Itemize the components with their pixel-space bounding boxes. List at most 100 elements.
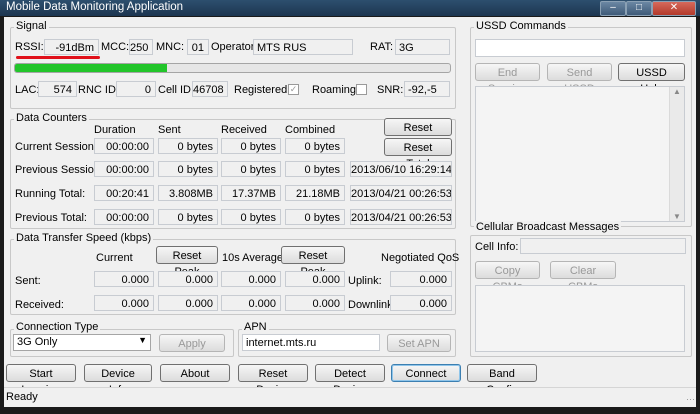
running-total-duration: 00:20:41 (94, 185, 154, 201)
row-label-previous-total: Previous Total: (15, 212, 87, 224)
maximize-button[interactable]: □ (626, 1, 652, 16)
connect-button[interactable]: Connect (391, 364, 461, 382)
current-session-sent: 0 bytes (158, 138, 218, 154)
data-counters-label: Data Counters (14, 112, 89, 124)
header-received: Received (221, 124, 267, 136)
reset-total-button[interactable]: Reset Total (384, 138, 452, 170)
row-label-current-session: Current Session: (15, 141, 97, 153)
speed-received-label: Received: (15, 299, 64, 311)
set-apn-button[interactable]: Set APN (387, 334, 451, 352)
roaming-label: Roaming: (312, 84, 360, 96)
previous-total-combined: 0 bytes (285, 209, 345, 225)
mcc-value: 250 (129, 39, 153, 55)
detect-device-button[interactable]: Detect Device (315, 364, 385, 396)
previous-total-date: 2013/04/21 00:26:53 (350, 209, 452, 225)
send-ussd-button[interactable]: Send USSD (547, 63, 612, 95)
registered-label: Registered: (234, 84, 291, 96)
header-sent: Sent (158, 124, 181, 136)
close-button[interactable]: ✕ (652, 1, 696, 16)
mnc-value: 01 (187, 39, 209, 55)
ussd-help-button[interactable]: USSD Help (618, 63, 685, 95)
rnc-value: 0 (116, 81, 156, 97)
ussd-input[interactable] (475, 39, 685, 57)
cell-id-label: Cell ID: (158, 84, 195, 96)
reset-session-button[interactable]: Reset Session (384, 118, 452, 150)
connection-type-select[interactable]: 3G Only ▼ (13, 334, 151, 351)
clear-cbms-button[interactable]: Clear CBMs (550, 261, 616, 293)
ussd-scrollbar[interactable]: ▲ ▼ (669, 87, 684, 221)
ussd-response-area[interactable]: ▲ ▼ (475, 86, 685, 222)
sent-current: 0.000 (94, 271, 154, 287)
mcc-label: MCC: (101, 41, 130, 53)
previous-session-duration: 00:00:00 (94, 161, 154, 177)
start-logging-button[interactable]: Start Logging (6, 364, 76, 396)
operator-label: Operator: (211, 41, 258, 53)
current-label: Current (96, 252, 133, 264)
received-peak: 0.000 (158, 295, 218, 311)
previous-session-sent: 0 bytes (158, 161, 218, 177)
window-title: Mobile Data Monitoring Application (6, 1, 184, 13)
resize-grip-icon[interactable]: ⋯ (686, 394, 695, 405)
row-label-previous-session: Previous Session: (15, 164, 104, 176)
uplink-label: Uplink: (348, 275, 382, 287)
chevron-down-icon: ▼ (138, 335, 147, 345)
qos-label: Negotiated QoS (381, 252, 460, 264)
cell-id-value: 46708 (192, 81, 228, 97)
scroll-up-icon[interactable]: ▲ (673, 87, 681, 96)
client-area: Signal RSSI: -91dBm MCC: 250 MNC: 01 Ope… (4, 17, 696, 407)
ussd-group-label: USSD Commands (474, 20, 568, 32)
connection-type-label: Connection Type (14, 321, 101, 333)
header-combined: Combined (285, 124, 336, 136)
avg-label: 10s Average (222, 252, 283, 264)
minimize-button[interactable]: – (600, 1, 626, 16)
signal-group-label: Signal (14, 20, 49, 32)
cell-info-value (520, 238, 686, 254)
minimize-icon: – (610, 2, 616, 13)
end-session-button[interactable]: End Session (475, 63, 540, 95)
registered-checkbox[interactable]: ✓ (288, 84, 299, 95)
signal-strength-fill (15, 64, 168, 72)
reset-peak-button-current[interactable]: Reset Peak (156, 246, 218, 278)
rat-value: 3G (395, 39, 450, 55)
connection-type-selected: 3G Only (17, 336, 58, 348)
reset-device-button[interactable]: Reset Device (238, 364, 308, 396)
rssi-highlight-underline (16, 56, 100, 59)
mnc-label: MNC: (156, 41, 185, 53)
rssi-value: -91dBm (44, 39, 99, 55)
copy-cbms-button[interactable]: Copy CBMs (475, 261, 540, 293)
signal-strength-bar (14, 63, 451, 73)
previous-total-sent: 0 bytes (158, 209, 218, 225)
device-info-button[interactable]: Device Info (84, 364, 152, 396)
previous-session-received: 0 bytes (221, 161, 281, 177)
speed-sent-label: Sent: (15, 275, 41, 287)
sent-peak: 0.000 (158, 271, 218, 287)
band-config-button[interactable]: Band Config (467, 364, 537, 396)
rat-label: RAT: (370, 41, 394, 53)
snr-label: SNR: (377, 84, 404, 96)
status-bar: Ready ⋯ (4, 387, 696, 407)
header-duration: Duration (94, 124, 136, 136)
apn-label: APN (242, 321, 269, 333)
running-total-combined: 21.18MB (285, 185, 345, 201)
cbm-group-label: Cellular Broadcast Messages (474, 221, 622, 233)
current-session-combined: 0 bytes (285, 138, 345, 154)
apn-input[interactable]: internet.mts.ru (242, 334, 380, 351)
title-bar[interactable]: Mobile Data Monitoring Application – □ ✕ (0, 0, 700, 16)
running-total-date: 2013/04/21 00:26:53 (350, 185, 452, 201)
running-total-received: 17.37MB (221, 185, 281, 201)
lac-value: 574 (38, 81, 77, 97)
about-button[interactable]: About (160, 364, 230, 382)
uplink-value: 0.000 (390, 271, 452, 287)
roaming-checkbox[interactable] (356, 84, 367, 95)
previous-total-duration: 00:00:00 (94, 209, 154, 225)
apply-button[interactable]: Apply (159, 334, 225, 352)
maximize-icon: □ (635, 2, 643, 13)
previous-session-combined: 0 bytes (285, 161, 345, 177)
current-session-duration: 00:00:00 (94, 138, 154, 154)
scroll-down-icon[interactable]: ▼ (673, 212, 681, 221)
sent-average-peak: 0.000 (285, 271, 345, 287)
cbm-messages-area[interactable] (475, 285, 685, 352)
received-average-peak: 0.000 (285, 295, 345, 311)
rssi-label: RSSI: (15, 41, 44, 53)
reset-peak-button-average[interactable]: Reset Peak (281, 246, 345, 278)
